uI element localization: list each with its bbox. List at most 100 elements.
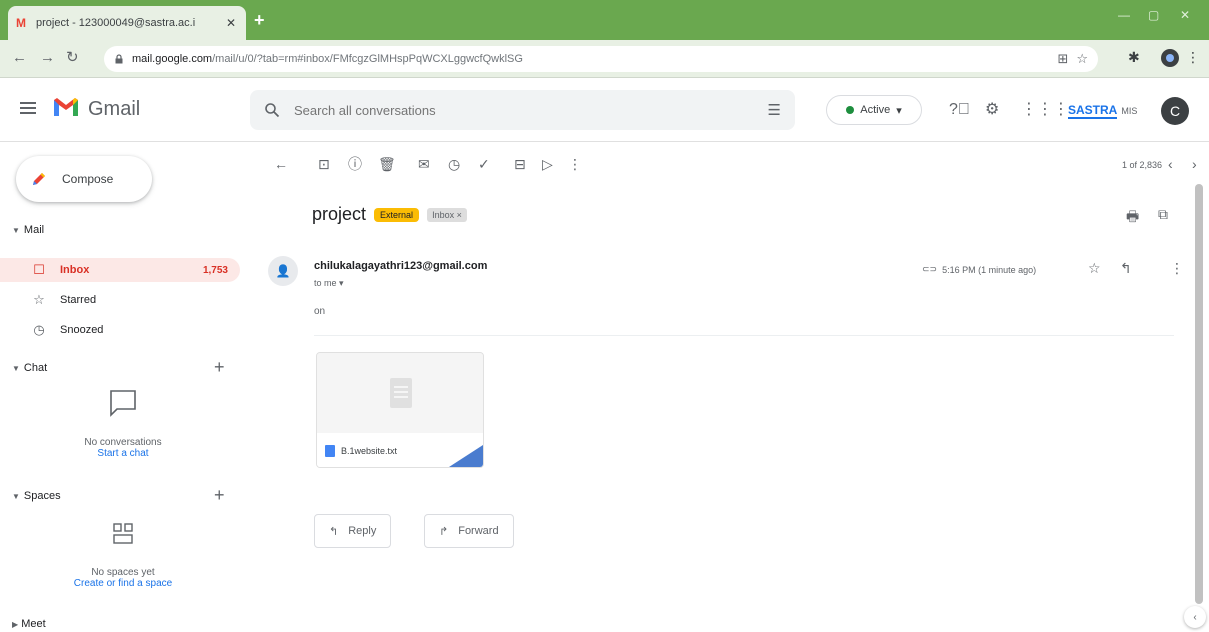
attachment-corner-fold <box>449 445 483 467</box>
attachment-preview <box>317 353 483 433</box>
attachment-clip-icon: ⊂⊃ <box>922 264 938 274</box>
forward-button[interactable]: ↱ Forward <box>424 514 514 548</box>
caret-down-icon: ▼ <box>12 225 20 235</box>
extensions-icon[interactable]: ✱ <box>1128 49 1140 66</box>
mark-unread-icon[interactable]: ✉ <box>418 156 430 172</box>
chat-empty-text: No conversations <box>84 437 162 448</box>
help-icon[interactable]: ?⃝ <box>949 102 970 118</box>
search-icon[interactable] <box>264 102 280 118</box>
tab-close-icon[interactable]: ✕ <box>224 16 238 30</box>
more-actions-icon[interactable]: ⋮ <box>568 156 582 172</box>
inbox-unread-count: 1,753 <box>202 264 228 276</box>
message-view: ← ⊡ ⓘ 🗑 ✉ ◷ ✓ ⊟ ▷ ⋮ 1 of 2,836 ‹ › proje… <box>246 142 1209 632</box>
gmail-favicon-icon: M <box>16 16 26 30</box>
settings-gear-icon[interactable]: ⚙ <box>985 102 999 118</box>
attachment-card[interactable]: B.1website.txt <box>316 352 484 468</box>
spaces-section-header[interactable]: ▼ Spaces <box>12 490 61 502</box>
caret-down-icon: ▼ <box>12 491 20 501</box>
forward-arrow-icon[interactable]: → <box>40 50 55 66</box>
create-space-link[interactable]: Create or find a space <box>0 578 246 589</box>
new-tab-button[interactable]: + <box>254 11 265 29</box>
report-spam-icon[interactable]: ⓘ <box>348 156 362 172</box>
search-input[interactable] <box>294 102 754 118</box>
sidebar-item-label: Inbox <box>60 264 90 276</box>
star-icon: ☆ <box>33 292 45 307</box>
reply-arrow-icon: ↰ <box>329 525 339 538</box>
sender-email[interactable]: chilukalagayathri123@gmail.com <box>314 260 487 272</box>
reply-button[interactable]: ↰ Reply <box>314 514 392 548</box>
search-bar[interactable]: ☰ <box>250 90 795 130</box>
message-subject: project <box>312 204 367 224</box>
message-timestamp: ⊂⊃ 5:16 PM (1 minute ago) <box>922 264 1037 275</box>
main-menu-icon[interactable] <box>20 102 36 114</box>
address-bar[interactable]: mail.google.com/mail/u/0/?tab=rm#inbox/F… <box>104 46 1098 72</box>
spaces-empty-state: No spaces yet Create or find a space <box>0 522 246 589</box>
archive-icon[interactable]: ⊡ <box>318 156 330 172</box>
clock-icon: ◷ <box>33 322 45 337</box>
external-label-badge: External <box>374 207 420 222</box>
browser-tab[interactable]: M project - 123000049@sastra.ac.i ✕ <box>8 6 246 40</box>
sidebar: Compose ▼ Mail ☐ Inbox 1,753 ☆ Starred ◷… <box>0 142 246 632</box>
caret-right-icon: ▶ <box>12 620 19 629</box>
lock-icon <box>115 54 123 64</box>
back-to-inbox-icon[interactable]: ← <box>274 156 288 172</box>
translate-icon[interactable]: ⊞ <box>1057 51 1068 67</box>
compose-label: Compose <box>62 172 114 186</box>
chat-section-header[interactable]: ▼ Chat <box>12 362 47 374</box>
older-chevron-icon[interactable]: › <box>1192 156 1197 172</box>
message-body: on <box>314 306 326 317</box>
new-chat-plus-icon[interactable]: + <box>214 358 225 376</box>
delete-icon[interactable]: 🗑 <box>378 156 396 172</box>
minimize-icon[interactable]: — <box>1118 8 1130 22</box>
open-new-window-icon[interactable]: ⧉ <box>1158 206 1168 223</box>
document-icon <box>390 378 412 408</box>
newer-chevron-icon[interactable]: ‹ <box>1168 156 1173 172</box>
mail-section-header[interactable]: ▼ Mail <box>12 224 44 236</box>
meet-section-header[interactable]: ▶ Meet <box>12 618 46 630</box>
chevron-down-icon: ▾ <box>896 104 902 117</box>
recipient-details[interactable]: to me ▾ <box>314 278 344 289</box>
side-panel-toggle-icon[interactable]: ‹ <box>1184 606 1206 628</box>
sender-avatar[interactable]: 👤 <box>268 256 298 286</box>
search-options-icon[interactable]: ☰ <box>768 101 781 119</box>
sidebar-item-inbox[interactable]: ☐ Inbox 1,753 <box>0 258 240 282</box>
browser-profile-icon[interactable] <box>1161 49 1179 67</box>
inbox-icon: ☐ <box>33 262 45 277</box>
new-space-plus-icon[interactable]: + <box>214 486 225 504</box>
org-logo-text: MIS <box>1121 106 1138 116</box>
star-message-icon[interactable]: ☆ <box>1088 260 1101 277</box>
maximize-icon[interactable]: ▢ <box>1148 8 1159 22</box>
forward-arrow-icon: ↱ <box>439 525 449 538</box>
label-icon[interactable]: ▷ <box>542 156 553 172</box>
back-arrow-icon[interactable]: ← <box>12 50 27 66</box>
scrollbar[interactable] <box>1195 184 1203 604</box>
gmail-logo-icon[interactable] <box>52 96 80 118</box>
pencil-icon <box>33 173 45 185</box>
apps-grid-icon[interactable]: ⋮⋮⋮ <box>1021 102 1069 118</box>
browser-menu-icon[interactable]: ⋮ <box>1186 49 1200 66</box>
account-avatar[interactable]: C <box>1161 97 1189 125</box>
organization-logo[interactable]: SASTRA MIS <box>1068 98 1137 124</box>
reply-icon[interactable]: ↰ <box>1120 260 1132 277</box>
caret-down-icon: ▼ <box>12 363 20 373</box>
sidebar-item-snoozed[interactable]: ◷ Snoozed <box>0 318 240 342</box>
sidebar-item-label: Snoozed <box>60 324 104 336</box>
add-to-tasks-icon[interactable]: ✓ <box>478 156 490 172</box>
reload-icon[interactable]: ↻ <box>66 50 79 66</box>
gmail-header: Gmail ☰ Active ▾ ?⃝ ⚙ ⋮⋮⋮ SASTRA MIS C <box>0 78 1209 142</box>
attachment-filename: B.1website.txt <box>341 446 398 456</box>
status-label: Active <box>860 104 891 116</box>
inbox-label-chip[interactable]: Inbox × <box>427 207 467 222</box>
compose-button[interactable]: Compose <box>16 156 152 202</box>
start-chat-link[interactable]: Start a chat <box>0 448 246 459</box>
snooze-icon[interactable]: ◷ <box>448 156 460 172</box>
browser-toolbar: ← → ↻ mail.google.com/mail/u/0/?tab=rm#i… <box>0 40 1209 78</box>
sidebar-item-starred[interactable]: ☆ Starred <box>0 288 240 312</box>
divider <box>314 335 1174 336</box>
print-icon[interactable]: 🖶 <box>1126 206 1139 230</box>
window-close-icon[interactable]: ✕ <box>1180 8 1190 22</box>
message-more-icon[interactable]: ⋮ <box>1170 260 1184 277</box>
status-dropdown[interactable]: Active ▾ <box>826 95 922 125</box>
bookmark-star-icon[interactable]: ☆ <box>1076 51 1088 67</box>
move-to-icon[interactable]: ⊟ <box>514 156 526 172</box>
